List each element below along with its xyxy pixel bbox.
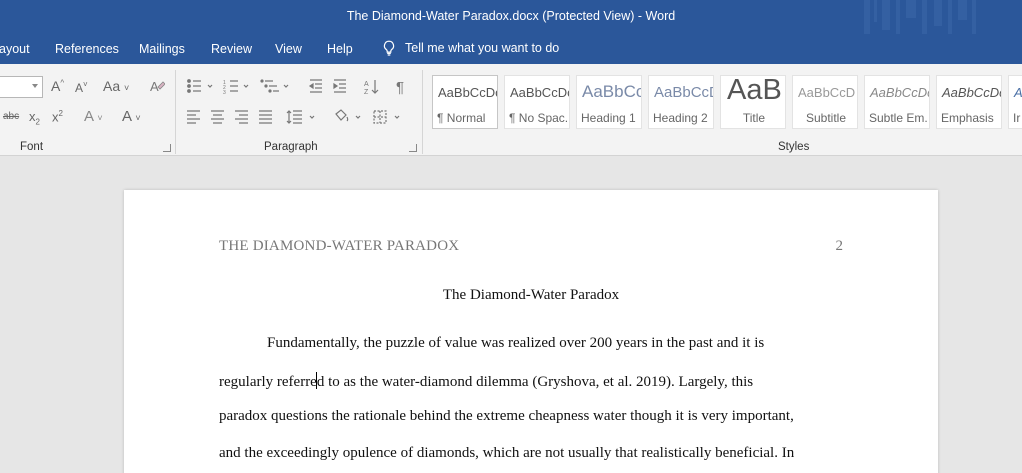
paragraph-toolbar-row1: 123 AZ ¶	[187, 79, 404, 96]
body-line-3: paradox questions the rationale behind t…	[219, 408, 794, 424]
group-separator	[422, 70, 423, 154]
bullets-icon	[187, 79, 201, 93]
change-case-button[interactable]: Aa ˅	[103, 78, 129, 94]
tab-help[interactable]: Help	[327, 42, 353, 56]
svg-text:A: A	[150, 79, 159, 94]
style-no-spacing[interactable]: AaBbCcDc ¶ No Spac...	[504, 75, 570, 129]
tab-references[interactable]: References	[55, 42, 119, 56]
subscript-button[interactable]: x2	[29, 109, 40, 127]
tell-me-search[interactable]: Tell me what you want to do	[382, 40, 559, 56]
paragraph-dialog-launcher[interactable]	[409, 144, 417, 152]
style-subtle-emphasis[interactable]: AaBbCcDc Subtle Em...	[864, 75, 930, 129]
body-line-2: regularly referred to as the water-diamo…	[219, 372, 754, 390]
align-center-icon	[211, 110, 224, 124]
document-page[interactable]: THE DIAMOND-WATER PARADOX 2 The Diamond-…	[124, 190, 938, 473]
superscript-button[interactable]: x2	[52, 109, 63, 124]
clear-formatting-icon[interactable]: A	[149, 78, 165, 94]
running-head: THE DIAMOND-WATER PARADOX	[219, 238, 460, 254]
tab-view[interactable]: View	[275, 42, 302, 56]
group-separator	[175, 70, 176, 154]
shrink-font-button[interactable]: A˅	[75, 80, 88, 95]
paragraph-group-label: Paragraph	[264, 141, 318, 153]
window-title: The Diamond-Water Paradox.docx (Protecte…	[346, 9, 676, 23]
align-left-icon	[187, 110, 200, 124]
document-title: The Diamond-Water Paradox	[442, 287, 620, 303]
tab-review[interactable]: Review	[211, 42, 252, 56]
justify-icon	[259, 110, 272, 124]
show-formatting-icon: ¶	[396, 79, 404, 96]
numbering-icon: 123	[223, 80, 238, 96]
chevron-down-icon	[32, 84, 38, 88]
shading-icon	[335, 109, 349, 122]
svg-text:¶: ¶	[396, 79, 404, 96]
tab-layout[interactable]: ayout	[0, 42, 30, 56]
body-line-1: Fundamentally, the puzzle of value was r…	[267, 335, 765, 351]
tell-me-text: Tell me what you want to do	[405, 41, 560, 55]
style-subtitle[interactable]: AaBbCcD Subtitle	[792, 75, 858, 129]
svg-text:A: A	[364, 81, 369, 88]
body-line-4: and the exceedingly opulence of diamonds…	[219, 445, 795, 461]
decrease-indent-icon	[308, 79, 322, 93]
style-title[interactable]: AaB Title	[720, 75, 786, 129]
font-color-button[interactable]: A ˅	[122, 108, 141, 125]
title-bar: The Diamond-Water Paradox.docx (Protecte…	[0, 0, 1022, 34]
sort-icon: AZ	[364, 80, 379, 96]
page-number: 2	[835, 238, 844, 254]
paragraph-toolbar-row2	[187, 109, 400, 124]
svg-text:Z: Z	[364, 89, 369, 96]
style-emphasis[interactable]: AaBbCcDc Emphasis	[936, 75, 1002, 129]
grow-font-button[interactable]: A^	[51, 78, 64, 94]
style-intense-emphasis[interactable]: Aa Ir	[1008, 75, 1022, 129]
strikethrough-button[interactable]: abc	[3, 111, 19, 122]
font-size-combo[interactable]	[0, 76, 43, 98]
line-spacing-icon	[286, 110, 302, 124]
ribbon-tabs: ayout References Mailings Review View He…	[0, 34, 1022, 64]
style-heading-2[interactable]: AaBbCcD Heading 2	[648, 75, 714, 129]
font-group-label: Font	[20, 141, 44, 153]
style-normal[interactable]: AaBbCcDc ¶ Normal	[432, 75, 498, 129]
align-right-icon	[235, 110, 248, 124]
ribbon: A^ A˅ Aa ˅ A abc x2 x2 A ˅ A ˅ Font 123 …	[0, 64, 1022, 156]
increase-indent-icon	[333, 79, 346, 93]
multilevel-list-icon	[260, 79, 279, 93]
svg-text:3: 3	[223, 90, 226, 96]
tab-mailings[interactable]: Mailings	[139, 42, 185, 56]
style-heading-1[interactable]: AaBbCc Heading 1	[576, 75, 642, 129]
text-effects-button[interactable]: A ˅	[84, 108, 103, 125]
borders-icon	[373, 110, 387, 124]
styles-group-label: Styles	[778, 141, 810, 153]
lightbulb-icon	[383, 40, 395, 56]
font-dialog-launcher[interactable]	[163, 144, 171, 152]
